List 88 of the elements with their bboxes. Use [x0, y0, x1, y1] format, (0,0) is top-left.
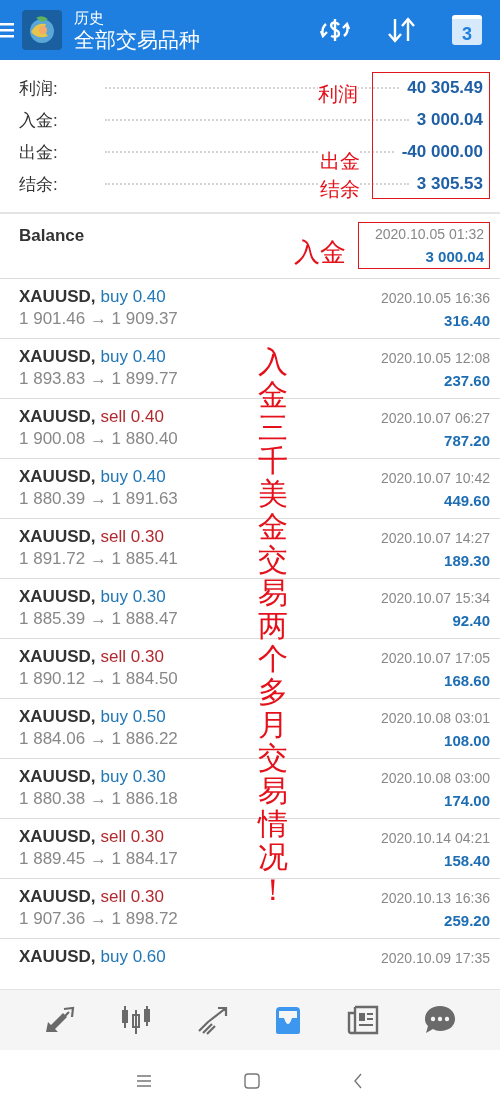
trade-time: 2020.10.07 06:27 — [381, 410, 490, 426]
trade-symbol: XAUUSD, — [19, 647, 96, 667]
newspaper-icon — [346, 1004, 381, 1036]
trade-prices: 1 907.36 → 1 898.72 — [19, 909, 178, 929]
trade-prices: 1 893.83 → 1 899.77 — [19, 369, 178, 389]
trade-prices: 1 885.39 → 1 888.47 — [19, 609, 178, 629]
balance-label: Balance — [19, 226, 85, 247]
trade-prices: 1 891.72 → 1 885.41 — [19, 549, 178, 569]
home-icon[interactable] — [244, 1072, 260, 1089]
trade-prices: 1 900.08 → 1 880.40 — [19, 429, 178, 449]
trade-prices: 1 880.38 → 1 886.18 — [19, 789, 178, 809]
summary-value: 3 000.04 — [416, 110, 483, 130]
trade-symbol: XAUUSD, — [19, 947, 96, 967]
trade-time: 2020.10.09 17:35 — [381, 950, 490, 966]
trade-order: buy 0.30 — [100, 767, 166, 787]
trade-order: buy 0.60 — [100, 947, 166, 967]
trade-prices: 1 880.39 → 1 891.63 — [19, 489, 178, 509]
annotation-note: 利润 — [318, 83, 358, 105]
trade-time: 2020.10.07 15:34 — [381, 590, 490, 606]
trade-profit: 174.00 — [444, 792, 490, 809]
annotation-note: 入金三千美金交易两个多月交易情况！ — [258, 345, 288, 906]
trade-prices: 1 884.06 → 1 886.22 — [19, 729, 178, 749]
annotation-note: 入金 — [294, 238, 346, 266]
trade-time: 2020.10.05 12:08 — [381, 350, 490, 366]
deal-amount: 3 000.04 — [425, 248, 484, 265]
summary-value: 3 305.53 — [416, 174, 483, 194]
sort-icon[interactable] — [386, 16, 418, 44]
trade-prices: 1 889.45 → 1 884.17 — [19, 849, 178, 869]
summary-value: -40 000.00 — [401, 142, 483, 162]
summary-value: 40 305.49 — [407, 78, 483, 98]
summary-label: 利润: — [19, 77, 59, 100]
trade-time: 2020.10.07 17:05 — [381, 650, 490, 666]
trade-symbol: XAUUSD, — [19, 287, 96, 307]
trade-symbol: XAUUSD, — [19, 827, 96, 847]
summary-label: 出金: — [19, 141, 59, 164]
trade-symbol: XAUUSD, — [19, 887, 96, 907]
trade-profit: 787.20 — [444, 432, 490, 449]
app-logo-icon — [22, 10, 62, 50]
trade-order: sell 0.40 — [100, 407, 164, 427]
trade-symbol: XAUUSD, — [19, 587, 96, 607]
trade-order: sell 0.30 — [100, 527, 164, 547]
trade-order: buy 0.40 — [100, 287, 166, 307]
trade-time: 2020.10.07 14:27 — [381, 530, 490, 546]
trade-symbol: XAUUSD, — [19, 347, 96, 367]
trade-order: buy 0.40 — [100, 467, 166, 487]
trade-profit: 316.40 — [444, 312, 490, 329]
trade-profit: 108.00 — [444, 732, 490, 749]
trade-time: 2020.10.08 03:01 — [381, 710, 490, 726]
trade-time: 2020.10.14 04:21 — [381, 830, 490, 846]
summary-label: 结余: — [19, 173, 59, 196]
nav-tab[interactable] — [346, 1004, 381, 1036]
annotation-note: 结余 — [320, 178, 360, 200]
trade-order: sell 0.30 — [100, 647, 164, 667]
screen-subtitle: 历史 — [74, 7, 105, 27]
summary-label: 入金: — [19, 109, 59, 132]
annotation-note: 出金 — [320, 150, 360, 172]
trade-order: buy 0.40 — [100, 347, 166, 367]
menu-icon[interactable] — [0, 22, 14, 38]
trade-order: buy 0.50 — [100, 707, 166, 727]
trade-order: buy 0.30 — [100, 587, 166, 607]
deal-time: 2020.10.05 01:32 — [375, 226, 484, 242]
trade-time: 2020.10.07 10:42 — [381, 470, 490, 486]
nav-tab[interactable] — [422, 1004, 457, 1036]
trade-profit: 92.40 — [452, 612, 490, 629]
trade-profit: 449.60 — [444, 492, 490, 509]
calendar-button[interactable]: 3 — [452, 15, 482, 45]
trade-order: sell 0.30 — [100, 827, 164, 847]
trade-symbol: XAUUSD, — [19, 707, 96, 727]
trade-symbol: XAUUSD, — [19, 767, 96, 787]
trade-time: 2020.10.05 16:36 — [381, 290, 490, 306]
trade-symbol: XAUUSD, — [19, 527, 96, 547]
trade-prices: 1 901.46 → 1 909.37 — [19, 309, 178, 329]
trade-profit: 259.20 — [444, 912, 490, 929]
screen-title: 全部交易品种 — [74, 26, 201, 53]
trade-prices: 1 890.12 → 1 884.50 — [19, 669, 178, 689]
trade-profit: 158.40 — [444, 852, 490, 869]
trade-symbol: XAUUSD, — [19, 407, 96, 427]
trade-time: 2020.10.08 03:00 — [381, 770, 490, 786]
chat-bubble-icon — [422, 1004, 457, 1036]
trade-time: 2020.10.13 16:36 — [381, 890, 490, 906]
trade-profit: 237.60 — [444, 372, 490, 389]
menu-icon[interactable] — [136, 1073, 152, 1088]
trade-symbol: XAUUSD, — [19, 467, 96, 487]
trade-order: sell 0.30 — [100, 887, 164, 907]
dollar-exchange-icon[interactable] — [318, 16, 352, 44]
trade-profit: 189.30 — [444, 552, 490, 569]
trade-profit: 168.60 — [444, 672, 490, 689]
back-icon[interactable] — [352, 1072, 364, 1089]
